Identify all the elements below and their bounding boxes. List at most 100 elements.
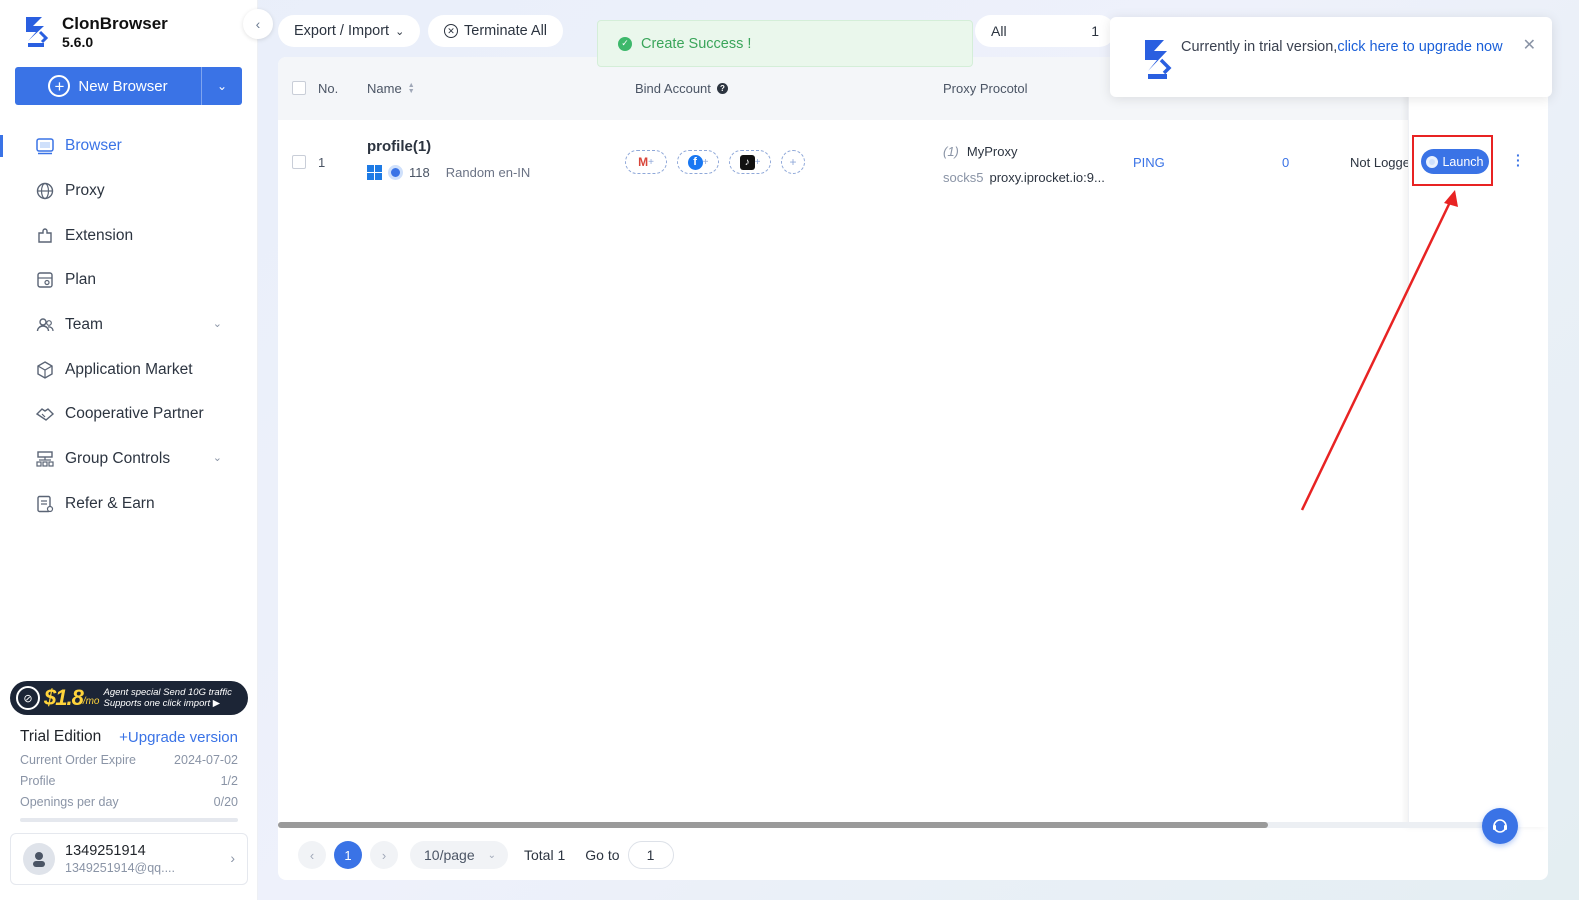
terminate-all-label: Terminate All (464, 23, 548, 39)
plus-icon: + (702, 156, 709, 168)
checkbox[interactable] (292, 81, 306, 95)
new-browser-main[interactable]: + New Browser (15, 67, 202, 105)
terminate-all-button[interactable]: ✕ Terminate All (428, 15, 564, 47)
sidebar-item-application-market[interactable]: Application Market (0, 347, 258, 392)
facebook-bind-chip[interactable]: f + (677, 150, 719, 174)
page-1-button[interactable]: 1 (334, 841, 362, 869)
header-bind-account: Bind Account ? (635, 81, 728, 96)
brand: ClonBrowser 5.6.0 (22, 14, 168, 50)
facebook-icon: f (687, 154, 703, 170)
group-filter-select[interactable]: All 1 (975, 15, 1115, 47)
page-size-select[interactable]: 10/page ⌄ (410, 841, 508, 869)
select-all-checkbox[interactable] (292, 81, 306, 95)
help-icon[interactable]: ? (716, 83, 728, 94)
goto-page-input[interactable]: 1 (627, 841, 674, 869)
row-checkbox[interactable] (292, 155, 306, 172)
sidebar-item-label: Refer & Earn (65, 494, 155, 512)
promo-line1: Agent special Send 10G traffic (103, 687, 232, 698)
chevron-down-icon: ⌄ (212, 317, 222, 330)
usage-progress-bar (20, 818, 238, 822)
sidebar-item-label: Extension (65, 226, 134, 244)
promo-banner[interactable]: ⊘ $1.8 /mo Agent special Send 10G traffi… (10, 681, 248, 715)
sidebar-item-group-controls[interactable]: Group Controls ⌄ (0, 437, 258, 482)
sidebar-item-proxy[interactable]: Proxy (0, 169, 258, 214)
prev-page-button[interactable]: ‹ (298, 841, 326, 869)
checkbox[interactable] (292, 155, 306, 169)
app-version: 5.6.0 (62, 34, 94, 50)
clonbrowser-logo-icon (1145, 40, 1172, 79)
sidebar-item-plan[interactable]: Plan (0, 258, 258, 303)
plus-icon: + (648, 156, 654, 168)
horizontal-scrollbar[interactable] (278, 822, 1268, 828)
chevron-down-icon[interactable]: ⌄ (202, 79, 242, 93)
sidebar-item-refer-earn[interactable]: Refer & Earn (0, 482, 258, 527)
clonbrowser-logo-icon (26, 17, 49, 47)
plan-row-label: Current Order Expire (20, 752, 137, 767)
promo-unit: /mo (82, 696, 100, 707)
pagination: ‹ 1 › 10/page ⌄ Total 1 Go to 1 (298, 839, 674, 871)
collapse-sidebar-button[interactable]: ‹ (243, 9, 273, 39)
app-name: ClonBrowser (62, 14, 168, 33)
sidebar-item-label: Team (65, 316, 103, 334)
upgrade-link[interactable]: click here to upgrade now (1337, 39, 1502, 55)
add-account-chip[interactable]: + (781, 150, 805, 174)
header-bind-account-label: Bind Account (635, 81, 711, 96)
sidebar-item-label: Proxy (65, 182, 105, 200)
next-page-button[interactable]: › (370, 841, 398, 869)
success-toast: ✓ Create Success ! (597, 20, 973, 67)
user-name: 1349251914 (65, 843, 146, 859)
ping-link[interactable]: PING (1133, 155, 1165, 170)
chevron-down-icon: ⌄ (395, 25, 405, 38)
sidebar-item-cooperative-partner[interactable]: Cooperative Partner (0, 392, 258, 437)
open-count[interactable]: 0 (1282, 155, 1289, 170)
profile-name[interactable]: profile(1) (367, 138, 530, 155)
close-icon[interactable]: ✕ (1523, 35, 1536, 55)
sidebar-item-browser[interactable]: Browser (0, 124, 258, 169)
browser-version: 118 (409, 165, 430, 180)
plan-row-label: Openings per day (20, 794, 119, 809)
profile-meta: 118 Random en-IN (367, 165, 530, 180)
header-name[interactable]: Name ▲ ▼ (367, 81, 415, 96)
support-button[interactable] (1482, 808, 1518, 844)
promo-line2: Supports one click import ▶ (103, 698, 221, 709)
user-card[interactable]: 1349251914 1349251914@qq.... › (10, 833, 248, 885)
proxy-name: MyProxy (966, 144, 1018, 159)
new-browser-button[interactable]: + New Browser ⌄ (15, 67, 242, 105)
sidebar-item-team[interactable]: Team ⌄ (0, 303, 258, 348)
notification-text: Currently in trial version,click here to… (1181, 39, 1503, 55)
profile-table: No. Name ▲ ▼ Bind Account ? Proxy Procoto… (278, 57, 1548, 880)
table-row: 1 profile(1) 118 Random en-IN M + f + ♪ + +… (278, 120, 1548, 204)
plan-row-expire: Current Order Expire 2024-07-02 (20, 749, 238, 770)
plan-row-value: 1/2 (220, 773, 238, 788)
plan-icon (35, 270, 55, 290)
cube-icon (35, 360, 55, 380)
sidebar-item-label: Application Market (65, 360, 193, 378)
tiktok-bind-chip[interactable]: ♪ + (729, 150, 771, 174)
proxy-name-line: (1) MyProxy (943, 144, 1105, 159)
chevron-down-icon: ⌄ (487, 849, 496, 861)
sidebar-item-extension[interactable]: Extension (0, 213, 258, 258)
sort-icon[interactable]: ▲ ▼ (408, 82, 415, 95)
plus-icon: + (789, 155, 797, 169)
header-no-label: No. (318, 81, 339, 96)
tiktok-icon: ♪ (739, 154, 755, 170)
proxy-index: (1) (943, 144, 959, 159)
launch-highlight-box (1412, 135, 1493, 186)
gmail-icon: M (638, 155, 649, 169)
more-actions-icon[interactable]: · · · (1516, 148, 1521, 172)
team-icon (35, 315, 55, 335)
toast-message: Create Success ! (641, 35, 752, 52)
user-email: 1349251914@qq.... (65, 861, 176, 875)
sidebar-item-label: Cooperative Partner (65, 405, 204, 423)
promo-text: Agent special Send 10G traffic Supports … (104, 687, 232, 709)
user-icon (33, 852, 45, 867)
export-import-button[interactable]: Export / Import ⌄ (278, 15, 421, 47)
gmail-bind-chip[interactable]: M + (625, 150, 667, 174)
page-size-value: 10/page (424, 847, 475, 863)
close-circle-icon: ✕ (444, 24, 458, 38)
header-proxy-label: Proxy Procotol (943, 81, 1028, 96)
sidebar-item-label: Plan (65, 271, 97, 289)
chrome-icon (388, 165, 403, 180)
sidebar: ClonBrowser 5.6.0 + New Browser ⌄ Browse… (0, 0, 258, 900)
upgrade-version-link[interactable]: +Upgrade version (119, 729, 238, 746)
